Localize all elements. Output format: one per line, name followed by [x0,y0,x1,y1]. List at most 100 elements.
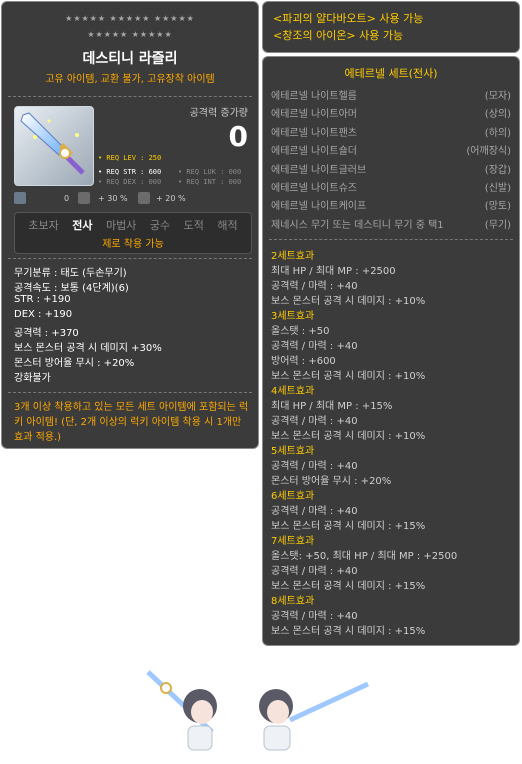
set-effect-line: 올스탯 : +50 [271,326,330,337]
job-list: 초보자 전사 마법사 궁수 도적 해적 [15,217,251,233]
item-tooltip: ★★★★★ ★★★★★ ★★★★★ ★★★★★ ★★★★★ 데스티니 라즐리 고… [1,1,259,449]
req-int: • REQ INT : 000 [178,178,242,186]
stat-line: 강화불가 [14,373,51,384]
set-effect-header: 8세트효과 [271,596,315,607]
divider [269,239,513,240]
set-item-name: 에테르넬 나이트팬츠 [271,127,357,139]
set-effect-line: 공격력 / 마력 : +40 [271,281,358,292]
item-icon-frame [14,106,94,186]
set-item-part: (망토) [484,201,511,213]
set-effect-line: 공격력 / 마력 : +40 [271,506,358,517]
set-effect-header: 3세트효과 [271,311,315,322]
set-item-name: 에테르넬 나이트헬름 [271,91,357,102]
set-effect-line: 보스 몬스터 공격 시 데미지 : +15% [271,521,426,532]
set-item-name: 에테르넬 나이트아머 [271,109,357,121]
set-item-name: 에테르넬 나이트숄더 [271,146,357,158]
set-effect-line: 보스 몬스터 공격 시 데미지 : +10% [271,296,426,307]
set-item-name: 제네시스 무기 또는 데스티니 무기 중 택1 [271,219,444,231]
set-item-name: 에테르넬 나이트케이프 [271,201,367,213]
divider [8,392,252,393]
job-beginner: 초보자 [28,219,59,232]
usage-panel: <파괴의 얄다바오트> 사용 가능 <창조의 아이온> 사용 가능 [262,1,520,53]
stat-line: STR : +190 [14,294,71,305]
set-effect-line: 보스 몬스터 공격 시 데미지 : +10% [271,431,426,442]
set-effect-header: 7세트효과 [271,536,315,547]
job-pirate: 해적 [217,219,238,232]
set-effect-line: 공격력 / 마력 : +40 [271,341,358,352]
set-item-row: 에테르넬 나이트팬츠 (하의) [271,124,511,139]
divider [8,258,252,259]
item-attributes: 고유 아이템, 교환 불가, 고유장착 아이템 [45,74,215,85]
set-item-name: 에테르넬 나이트슈즈 [271,183,357,194]
job-warrior: 전사 [72,219,93,232]
set-effect-header: 5세트효과 [271,446,315,457]
set-effect-line: 보스 몬스터 공격 시 데미지 : +15% [271,626,426,637]
set-item-part: (모자) [484,91,511,102]
character-icon [259,681,370,751]
job-magician: 마법사 [106,219,137,232]
divider [8,96,252,97]
set-title: 에테르넬 세트(전사) [344,67,438,80]
character-sprite-right [250,660,370,760]
job-restriction-box: 초보자 전사 마법사 궁수 도적 해적 제로 착용 가능 [14,212,252,254]
set-effect-line: 몬스터 방어율 무시 : +20% [271,476,392,487]
set-effect-line: 최대 HP / 최대 MP : +15% [271,401,393,412]
set-item-name: 에테르넬 나이트글러브 [271,164,367,176]
req-luk: • REQ LUK : 000 [178,168,242,176]
potential-icon [14,192,26,204]
set-effect-header: 4세트효과 [271,386,315,397]
set-effect-header: 6세트효과 [271,491,315,502]
set-item-row: 제네시스 무기 또는 데스티니 무기 중 택1 (무기) [271,216,511,231]
lucky-item-note: 3개 이상 착용하고 있는 모든 세트 아이템에 포함되는 럭키 아이템! (단… [14,402,249,443]
stat-icon-row: 0 + 30 % + 20 % [14,192,250,208]
set-item-part: (장갑) [484,164,511,176]
set-effect-line: 보스 몬스터 공격 시 데미지 : +15% [271,581,426,592]
set-panel: 에테르넬 세트(전사) 에테르넬 나이트헬름 (모자) 에테르넬 나이트아머 (상의)… [262,56,520,646]
job-note: 제로 착용 가능 [102,239,164,250]
job-bowman: 궁수 [149,219,171,232]
star-force-row-2: ★★★★★ ★★★★★ [87,30,173,39]
job-thief: 도적 [183,219,204,232]
usage-line: <파괴의 얄다바오트> 사용 가능 [273,12,424,25]
ignore-def-icon [138,192,150,204]
set-effect-line: 방어력 : +600 [271,356,336,367]
set-item-part: (어깨장식) [466,146,511,158]
req-str: • REQ STR : 600 [98,168,162,176]
set-item-row: 에테르넬 나이트케이프 (망토) [271,197,511,212]
set-effect-line: 올스탯: +50, 최대 HP / 최대 MP : +2500 [271,551,458,562]
attack-increase-label: 공격력 증가량 [189,108,248,119]
set-effect-line: 공격력 / 마력 : +40 [271,461,358,472]
character-sprite-left [140,660,240,760]
boss-icon [78,192,90,204]
set-item-part: (무기) [484,219,511,231]
usage-line: <창조의 아이온> 사용 가능 [273,29,404,42]
stat-icon-c-value: + 20 % [156,194,186,203]
set-item-part: (상의) [484,109,511,121]
stat-line: DEX : +190 [14,309,73,320]
set-item-row: 에테르넬 나이트숄더 (어깨장식) [271,142,511,157]
req-level: • REQ LEV : 250 [98,154,162,162]
set-effect-line: 공격력 / 마력 : +40 [271,566,358,577]
stat-line: 보스 몬스터 공격 시 데미지 +30% [14,343,162,354]
stat-icon-b-value: + 30 % [98,194,128,203]
set-effect-line: 공격력 / 마력 : +40 [271,611,358,622]
star-force-row-1: ★★★★★ ★★★★★ ★★★★★ [65,14,195,23]
set-item-row: 에테르넬 나이트헬름 (모자) [271,87,511,102]
stat-line: 공격력 : +370 [14,328,79,339]
sword-icon [20,112,85,175]
set-effect-line: 최대 HP / 최대 MP : +2500 [271,266,396,277]
item-title: 데스티니 라즐리 [82,51,178,67]
set-effect-header: 2세트효과 [271,251,315,262]
character-icon [146,670,217,751]
set-effect-line: 공격력 / 마력 : +40 [271,416,358,427]
stat-line: 공격속도 : 보통 (4단계)(6) [14,283,129,294]
attack-increase-value: 0 [228,120,248,153]
set-item-row: 에테르넬 나이트슈즈 (신발) [271,179,511,194]
set-item-row: 에테르넬 나이트글러브 (장갑) [271,161,511,176]
req-dex: • REQ DEX : 000 [98,178,162,186]
set-effect-line: 보스 몬스터 공격 시 데미지 : +10% [271,371,426,382]
set-item-row: 에테르넬 나이트아머 (상의) [271,105,511,120]
stat-line: 몬스터 방어율 무시 : +20% [14,358,135,369]
set-item-part: (신발) [484,183,511,194]
set-item-part: (하의) [484,127,511,139]
